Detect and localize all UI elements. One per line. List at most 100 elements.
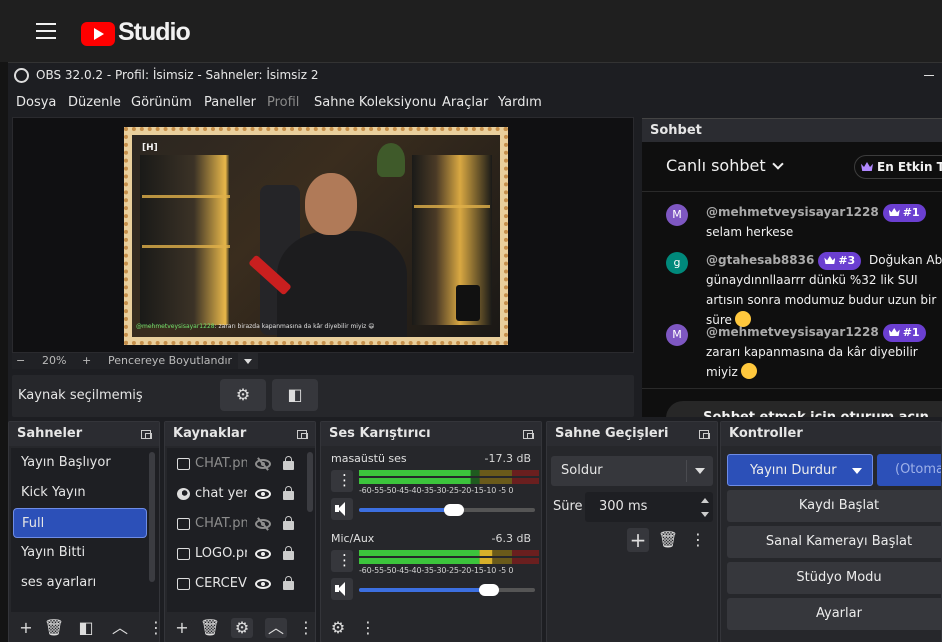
start-virtual-camera-button[interactable]: Sanal Kamerayı Başlat <box>727 526 941 558</box>
meter-level-bar <box>359 550 480 556</box>
scene-item[interactable]: Yayın Başlıyor <box>13 448 147 478</box>
eye-icon[interactable] <box>255 579 271 589</box>
undock-icon[interactable] <box>141 430 152 439</box>
scene-item[interactable]: ses ayarları <box>13 568 147 598</box>
source-scrollbar[interactable] <box>307 452 313 512</box>
zoom-in-button[interactable]: + <box>82 354 91 367</box>
trash-icon: 🗑 <box>657 530 679 549</box>
volume-slider-knob[interactable] <box>444 504 465 516</box>
volume-slider[interactable] <box>359 504 535 516</box>
meter-zone <box>512 550 539 556</box>
undock-icon[interactable] <box>523 430 534 439</box>
chat-signin-button[interactable]: Sohbet etmek için oturum açın <box>666 401 942 417</box>
youtube-logo-icon[interactable] <box>81 22 115 46</box>
source-properties-button[interactable]: ⚙ <box>231 618 253 638</box>
remove-scene-button[interactable]: 🗑 <box>43 618 65 638</box>
spin-up-icon[interactable] <box>701 498 709 503</box>
menu-yardim[interactable]: Yardım <box>498 95 542 110</box>
channel-menu-button[interactable] <box>331 550 353 572</box>
transition-select[interactable]: Soldur <box>551 456 713 486</box>
add-scene-button[interactable]: + <box>15 618 37 638</box>
shelf-light <box>142 245 230 248</box>
speaker-icon[interactable] <box>331 498 353 520</box>
chevron-down-icon[interactable] <box>238 353 258 369</box>
scene-item-active[interactable]: Full <box>13 508 147 538</box>
fit-to-window-label[interactable]: Pencereye Boyutlandır <box>108 354 232 367</box>
scene-scrollbar[interactable] <box>149 452 155 582</box>
undock-icon[interactable] <box>699 430 710 439</box>
lock-icon[interactable] <box>283 546 294 560</box>
zoom-out-button[interactable]: − <box>16 354 25 367</box>
chat-author[interactable]: @gtahesab8836 <box>706 253 814 267</box>
scene-filters-button[interactable]: ◧ <box>75 618 97 638</box>
menu-duzenle[interactable]: Düzenle <box>68 95 121 110</box>
lock-icon[interactable] <box>283 576 294 590</box>
move-scene-up-button[interactable]: ︿ <box>109 618 131 638</box>
settings-button[interactable]: Ayarlar <box>727 598 941 630</box>
scene-item[interactable]: Kick Yayın <box>13 478 147 508</box>
source-item[interactable]: chat yeni <box>171 480 311 510</box>
top-chatters-chip[interactable]: En Etkin Tak <box>854 155 942 179</box>
undock-icon[interactable] <box>297 430 308 439</box>
remove-source-button[interactable]: 🗑 <box>199 618 221 638</box>
transition-more-button[interactable]: ⋮ <box>687 530 709 550</box>
spin-down-icon[interactable] <box>701 512 709 517</box>
sources-toolbar: + 🗑 ⚙ ︿ ⋮ <box>165 614 315 642</box>
chat-author[interactable]: @mehmetveysisayar1228 <box>706 325 879 339</box>
add-source-button[interactable]: + <box>171 618 193 638</box>
eye-icon[interactable] <box>255 549 271 559</box>
filter-icon: ◧ <box>287 385 303 404</box>
eye-off-icon[interactable] <box>255 519 271 529</box>
source-item[interactable]: CERCEVE <box>171 570 311 600</box>
meter-zone <box>479 470 512 476</box>
scene-item[interactable]: Yayın Bitti <box>13 538 147 568</box>
source-item[interactable]: CHAT.png <box>171 510 311 540</box>
hamburger-menu-icon[interactable] <box>36 23 56 39</box>
chat-author[interactable]: @mehmetveysisayar1228 <box>706 205 879 219</box>
source-more-button[interactable]: ⋮ <box>295 618 317 638</box>
source-properties-button[interactable]: ⚙ <box>220 379 266 411</box>
volume-slider[interactable] <box>359 584 535 596</box>
mixer-channel: Mic/Aux -6.3 dB -60-55-50-45-40-35-30-25… <box>325 530 539 610</box>
mixer-more-button[interactable]: ⋮ <box>357 618 379 638</box>
avatar[interactable]: M <box>666 204 688 226</box>
chat-mode-dropdown[interactable]: Canlı sohbet <box>666 156 784 175</box>
lock-icon[interactable] <box>283 516 294 530</box>
menu-profil[interactable]: Profil <box>267 95 299 110</box>
source-filters-button[interactable]: ◧ <box>272 379 318 411</box>
scenes-dock: Sahneler Yayın Başlıyor Kick Yayın Full … <box>8 421 164 642</box>
auto-button[interactable]: (Otoma <box>877 454 941 486</box>
chevron-down-icon[interactable] <box>852 468 862 474</box>
menu-sahne-koleksiyonu[interactable]: Sahne Koleksiyonu <box>314 95 436 110</box>
image-icon <box>177 578 190 590</box>
menu-dosya[interactable]: Dosya <box>16 95 56 110</box>
studio-mode-button[interactable]: Stüdyo Modu <box>727 562 941 594</box>
menu-paneller[interactable]: Paneller <box>204 95 256 110</box>
menu-araclar[interactable]: Araçlar <box>442 95 488 110</box>
person-head <box>305 173 357 235</box>
channel-menu-button[interactable] <box>331 470 353 492</box>
start-recording-button[interactable]: Kaydı Başlat <box>727 490 941 522</box>
stop-stream-button[interactable]: Yayını Durdur <box>727 454 873 486</box>
avatar[interactable]: g <box>666 252 688 274</box>
controls-dock: Kontroller Yayını Durdur (Otoma Kaydı Ba… <box>720 421 942 642</box>
lock-icon[interactable] <box>283 486 294 500</box>
preview-canvas[interactable]: [H] @mehmetveysisayar1228: zararı birazd… <box>12 117 634 353</box>
source-item[interactable]: CHAT.png <box>171 450 311 480</box>
remove-transition-button[interactable]: 🗑 <box>657 530 679 550</box>
duration-input[interactable]: 300 ms <box>585 492 713 522</box>
speaker-icon[interactable] <box>331 578 353 600</box>
lock-icon[interactable] <box>283 456 294 470</box>
menu-gorunum[interactable]: Görünüm <box>131 95 192 110</box>
channel-db: -17.3 dB <box>484 452 532 465</box>
mixer-settings-button[interactable]: ⚙ <box>327 618 349 638</box>
eye-icon[interactable] <box>255 489 271 499</box>
eye-off-icon[interactable] <box>255 459 271 469</box>
source-item[interactable]: LOGO.png <box>171 540 311 570</box>
move-source-up-button[interactable]: ︿ <box>265 618 287 638</box>
volume-slider-knob[interactable] <box>479 584 500 596</box>
avatar[interactable]: M <box>666 324 688 346</box>
add-transition-button[interactable]: + <box>627 528 649 552</box>
minimize-icon[interactable] <box>924 75 934 76</box>
menu-bar: Dosya Düzenle Görünüm Paneller Profil Sa… <box>8 91 942 115</box>
